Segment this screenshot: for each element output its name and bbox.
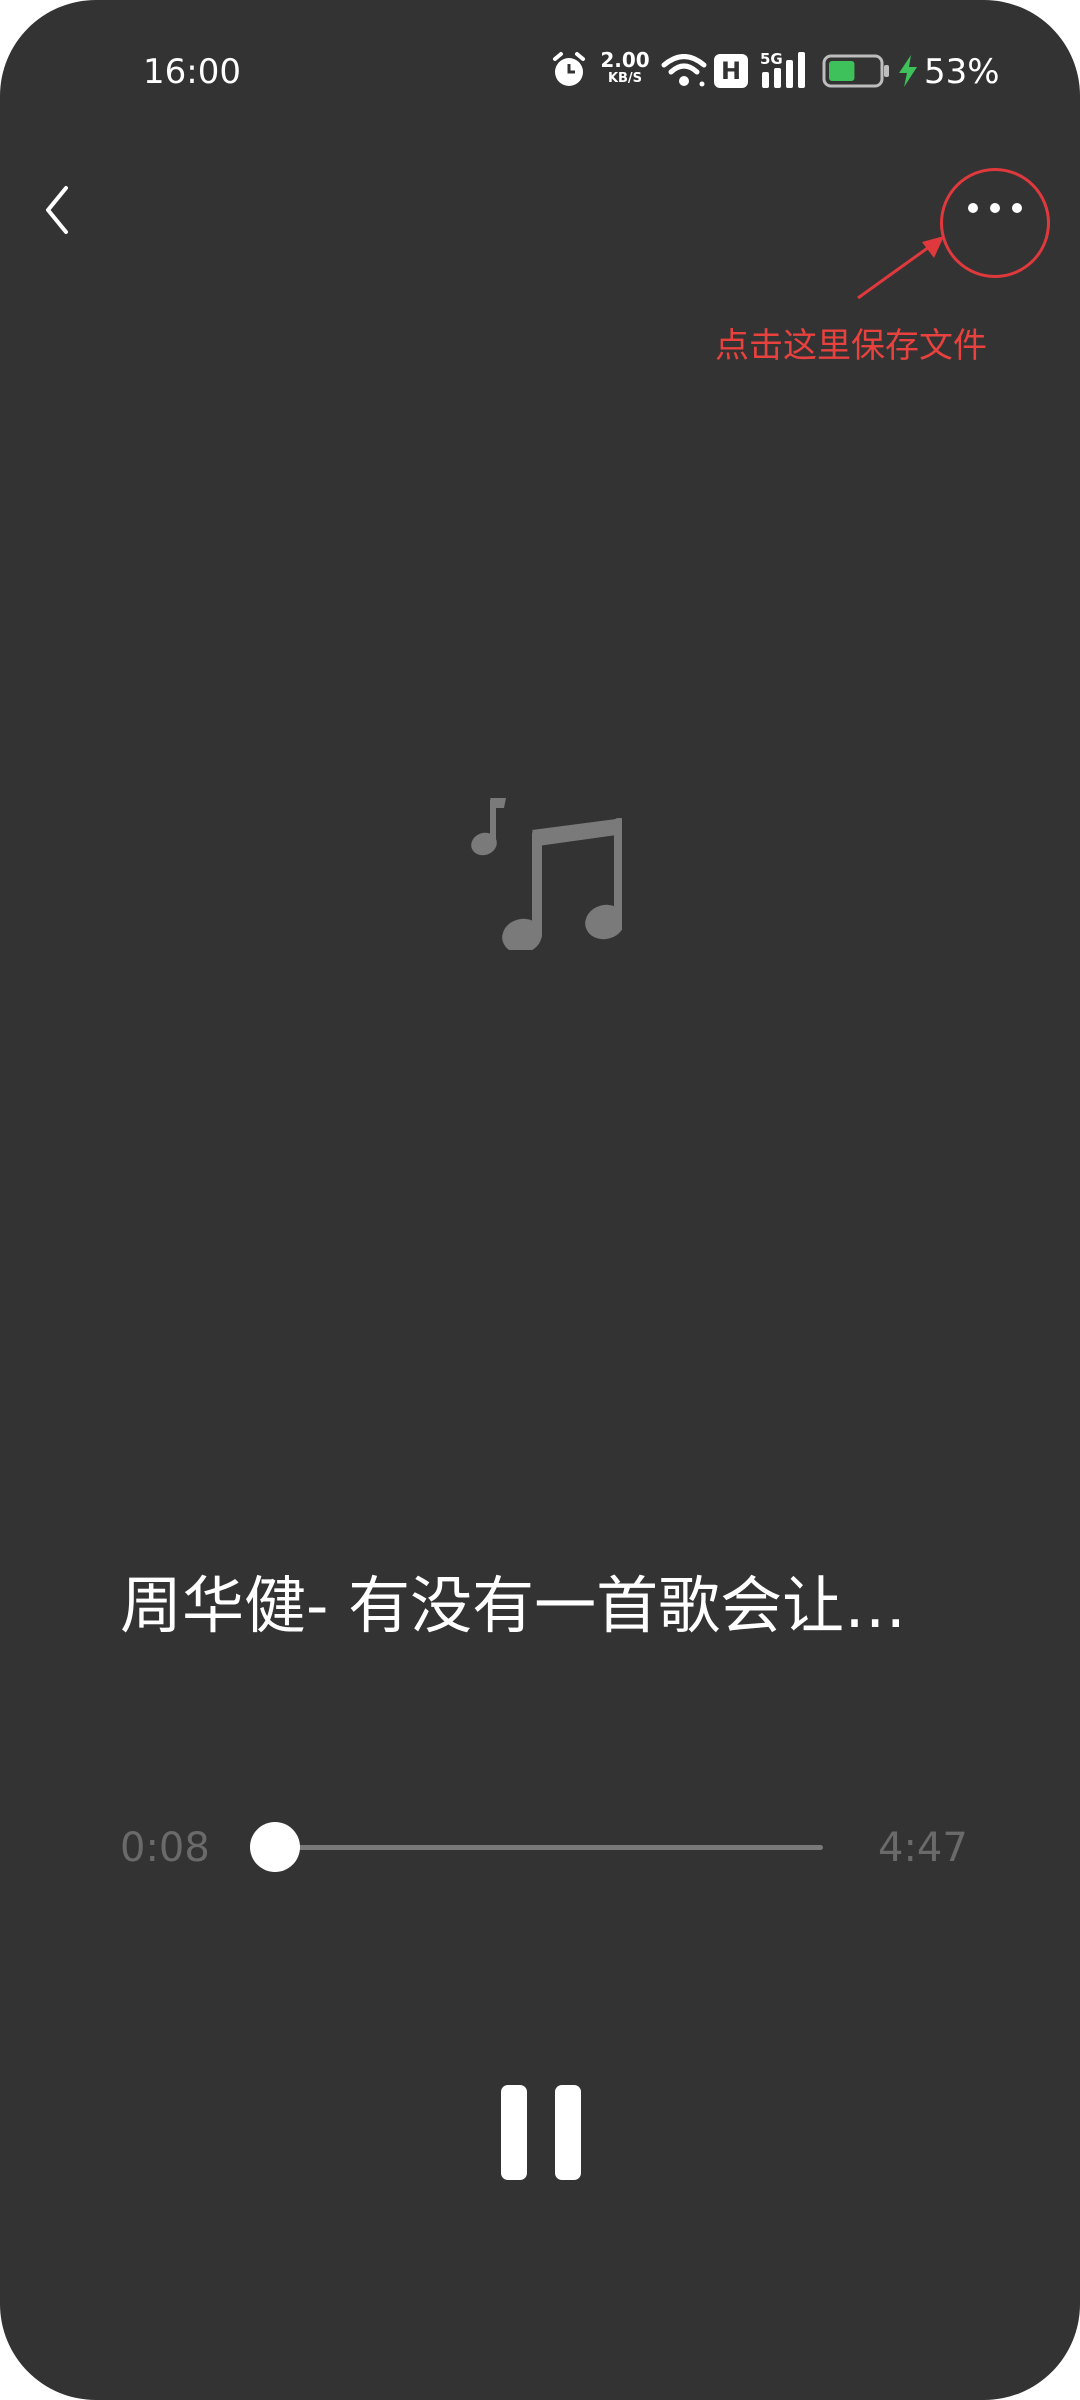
annotation-arrow [850,230,950,309]
progress-thumb[interactable] [249,1822,300,1872]
current-time: 0:08 [120,1825,210,1871]
charging-icon [896,54,920,92]
alarm-icon [549,50,589,94]
svg-text:5G: 5G [760,50,783,68]
player-screen: 16:00 2.00 KB/S H 5G 53% 点击这里保存文件 周华健- 有… [0,0,1080,2400]
network-speed-unit: KB/S [607,71,643,86]
annotation-text: 点击这里保存文件 [715,326,987,366]
wifi-icon [661,54,707,94]
signal-icon: 5G [760,50,818,96]
status-bar: 16:00 2.00 KB/S H 5G 53% [0,0,1080,140]
pause-icon-bar-left [501,2085,527,2180]
music-note-icon [462,790,625,954]
total-time: 4:47 [878,1825,968,1871]
pause-button[interactable] [497,2085,587,2180]
hd-icon: H [714,54,748,88]
track-title: 周华健- 有没有一首歌会让… [120,1569,907,1642]
progress-bar[interactable] [249,1822,823,1872]
pause-icon-bar-right [555,2085,581,2180]
battery-percent: 53% [924,52,1000,92]
network-speed: 2.00 KB/S [598,50,652,85]
network-speed-value: 2.00 [600,48,650,72]
back-button[interactable] [36,180,96,240]
chevron-left-icon [46,186,68,234]
annotation-circle [940,168,1050,278]
status-time: 16:00 [143,52,241,92]
battery-icon [822,54,892,92]
